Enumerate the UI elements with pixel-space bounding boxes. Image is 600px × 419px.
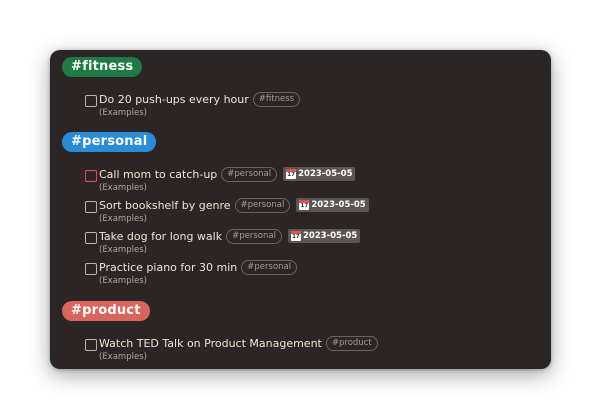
task-checkbox[interactable]: [85, 263, 97, 275]
due-date-text: 2023-05-05: [311, 200, 366, 210]
due-date-badge[interactable]: 2023-05-05: [296, 198, 369, 212]
task-text[interactable]: Sort bookshelf by genre: [99, 199, 231, 212]
task-source[interactable]: (Examples): [99, 108, 147, 118]
task-source[interactable]: (Examples): [99, 183, 147, 193]
calendar-icon: [290, 231, 301, 241]
due-date-badge[interactable]: 2023-05-05: [283, 167, 356, 181]
task-checkbox[interactable]: [85, 339, 97, 351]
group-tag-fitness[interactable]: #fitness: [62, 57, 143, 77]
task-checkbox[interactable]: [85, 95, 97, 107]
task-text[interactable]: Do 20 push-ups every hour: [99, 93, 249, 106]
task-text[interactable]: Practice piano for 30 min: [99, 261, 237, 274]
task-text[interactable]: Call mom to catch-up: [99, 168, 217, 181]
task-checkbox[interactable]: [85, 201, 97, 213]
due-date-badge[interactable]: 2023-05-05: [287, 229, 361, 243]
task-tag[interactable]: #personal: [241, 259, 298, 275]
calendar-icon: [286, 169, 297, 179]
task-item: Take dog for long walk #personal 2023-05…: [85, 228, 545, 261]
task-tag[interactable]: #product: [325, 335, 378, 351]
task-board-panel: #fitness Do 20 push-ups every hour #fitn…: [50, 50, 551, 369]
task-text[interactable]: Watch TED Talk on Product Management: [99, 337, 322, 350]
due-date-text: 2023-05-05: [298, 169, 353, 179]
task-item: Practice piano for 30 min #personal (Exa…: [85, 259, 545, 292]
task-source[interactable]: (Examples): [99, 245, 147, 255]
task-text[interactable]: Take dog for long walk: [99, 230, 222, 243]
task-item: Watch TED Talk on Product Management #pr…: [85, 335, 545, 368]
calendar-icon: [299, 200, 310, 210]
group-tag-personal[interactable]: #personal: [62, 132, 157, 152]
task-item: Do 20 push-ups every hour #fitness (Exam…: [85, 91, 545, 124]
task-checkbox[interactable]: [85, 232, 97, 244]
due-date-text: 2023-05-05: [302, 231, 358, 241]
task-tag[interactable]: #fitness: [252, 91, 301, 107]
task-tag[interactable]: #personal: [234, 197, 291, 213]
task-source[interactable]: (Examples): [99, 276, 147, 286]
task-tag[interactable]: #personal: [226, 228, 282, 244]
task-source[interactable]: (Examples): [99, 352, 147, 362]
task-tag[interactable]: #personal: [221, 166, 278, 182]
task-item: Sort bookshelf by genre #personal 2023-0…: [85, 197, 545, 230]
task-item: Call mom to catch-up #personal 2023-05-0…: [85, 166, 545, 199]
task-checkbox[interactable]: [85, 170, 97, 182]
group-tag-product[interactable]: #product: [62, 301, 150, 321]
task-source[interactable]: (Examples): [99, 214, 147, 224]
